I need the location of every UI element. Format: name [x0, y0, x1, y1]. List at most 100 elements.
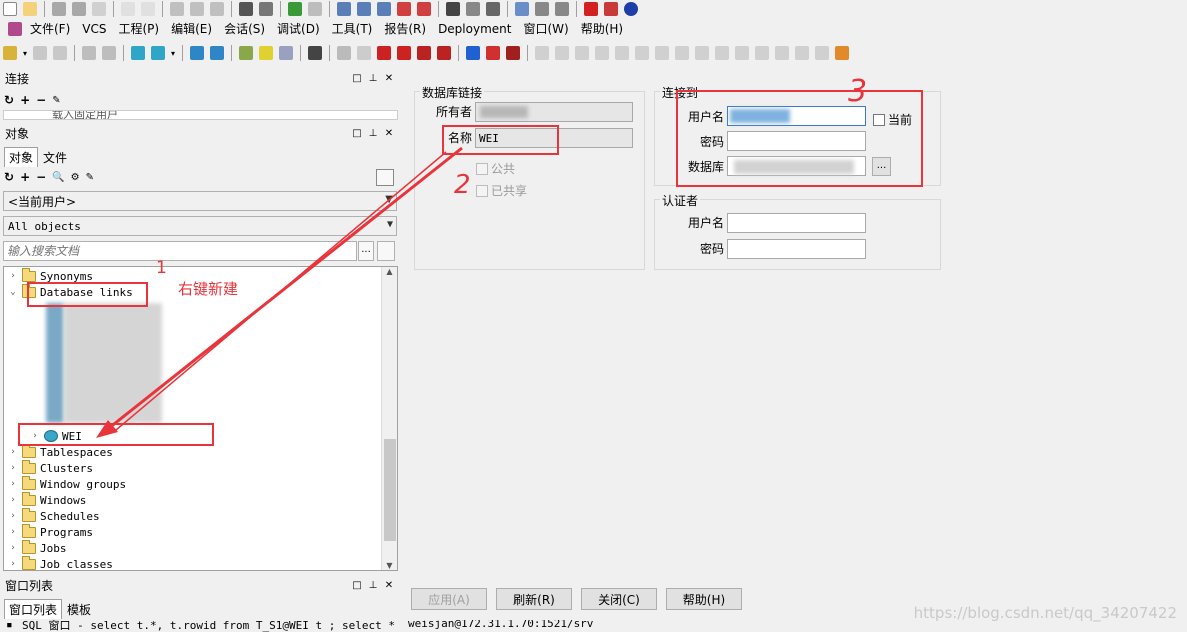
step12-icon[interactable]	[752, 44, 772, 62]
pdf-icon[interactable]	[601, 0, 621, 18]
pin-panel-icon[interactable]: ⊥	[368, 128, 378, 139]
step8-icon[interactable]	[672, 44, 692, 62]
tree-item-programs[interactable]: › Programs	[8, 523, 93, 540]
arrow-right-red-icon[interactable]	[483, 44, 503, 62]
red-cube-2-icon[interactable]	[394, 44, 414, 62]
tab-window-list[interactable]: 窗口列表	[4, 599, 63, 619]
edit-icon[interactable]: ✎	[86, 172, 94, 183]
copy-icon[interactable]	[187, 0, 207, 18]
grid-icon[interactable]	[532, 0, 552, 18]
tree-item-clusters[interactable]: › Clusters	[8, 459, 93, 476]
auth-password-field[interactable]	[727, 239, 866, 259]
refresh-icon[interactable]: ↻	[4, 93, 14, 107]
outdent-icon[interactable]	[354, 0, 374, 18]
owner-field[interactable]	[475, 102, 633, 122]
step2-icon[interactable]	[552, 44, 572, 62]
filter-icon[interactable]: ⚙	[71, 172, 80, 183]
pin-panel-icon[interactable]: ⊥	[368, 73, 378, 84]
redo-icon[interactable]	[138, 0, 158, 18]
red-cube-3-icon[interactable]	[414, 44, 434, 62]
uppercase-icon[interactable]	[374, 0, 394, 18]
collapse-icon[interactable]: ⌄	[8, 287, 18, 297]
menu-project[interactable]: 工程(P)	[113, 20, 166, 38]
report-icon[interactable]	[483, 0, 503, 18]
refresh-icon[interactable]: ↻	[4, 170, 14, 184]
step10-icon[interactable]	[712, 44, 732, 62]
search-input[interactable]	[3, 241, 357, 261]
menu-vcs[interactable]: VCS	[76, 20, 112, 38]
dropdown-icon[interactable]: ▾	[20, 44, 30, 62]
close-panel-icon[interactable]: ✕	[384, 73, 394, 84]
auth-username-field[interactable]	[727, 213, 866, 233]
step9-icon[interactable]	[692, 44, 712, 62]
tree-item-jobs[interactable]: › Jobs	[8, 539, 67, 556]
refresh-button[interactable]: 刷新(R)	[496, 588, 572, 610]
compile-icon[interactable]	[463, 0, 483, 18]
user-combo[interactable]: <当前用户> ▼	[3, 191, 397, 211]
uncomment-icon[interactable]	[414, 0, 434, 18]
step13-icon[interactable]	[772, 44, 792, 62]
pin-panel-icon[interactable]: ⊥	[368, 580, 378, 591]
tree-scrollbar[interactable]: ▲ ▼	[381, 267, 397, 570]
restore-icon[interactable]: □	[352, 128, 362, 139]
red-cube-4-icon[interactable]	[434, 44, 454, 62]
public-checkbox[interactable]: 公共	[476, 160, 515, 177]
dropdown2-icon[interactable]: ▾	[168, 44, 178, 62]
close-panel-icon[interactable]: ✕	[384, 128, 394, 139]
print-icon[interactable]	[89, 0, 109, 18]
shared-checkbox[interactable]: 已共享	[476, 182, 527, 199]
close-button[interactable]: 关闭(C)	[581, 588, 657, 610]
eraser-icon[interactable]	[354, 44, 374, 62]
find-icon[interactable]: 🔍	[52, 172, 64, 183]
commit-icon[interactable]	[79, 44, 99, 62]
menu-debug[interactable]: 调试(D)	[271, 20, 326, 38]
notes-icon[interactable]	[256, 44, 276, 62]
psql-icon[interactable]	[148, 44, 168, 62]
tab-files[interactable]: 文件	[38, 147, 73, 167]
filter-combo[interactable]: All objects ▼	[3, 216, 397, 236]
apply-button[interactable]: 应用(A)	[411, 588, 487, 610]
replace-icon[interactable]	[256, 0, 276, 18]
scroll-down-icon[interactable]: ▼	[382, 561, 397, 570]
expand-icon[interactable]: ›	[8, 271, 18, 281]
forward-icon[interactable]	[305, 0, 325, 18]
open-icon[interactable]	[20, 0, 40, 18]
step14-icon[interactable]	[792, 44, 812, 62]
tree-item-job-classes[interactable]: › Job classes	[8, 555, 113, 570]
scroll-thumb[interactable]	[384, 439, 396, 541]
db-import-icon[interactable]	[187, 44, 207, 62]
menu-edit[interactable]: 编辑(E)	[165, 20, 218, 38]
step7-icon[interactable]	[652, 44, 672, 62]
save-icon[interactable]	[49, 0, 69, 18]
remove-icon[interactable]: −	[36, 170, 46, 184]
find-icon[interactable]	[236, 0, 256, 18]
brush-icon[interactable]	[334, 44, 354, 62]
step5-icon[interactable]	[612, 44, 632, 62]
new-icon[interactable]	[0, 0, 20, 18]
pin-icon[interactable]	[50, 44, 70, 62]
comment-icon[interactable]	[394, 0, 414, 18]
paste-icon[interactable]	[207, 0, 227, 18]
tab-templates[interactable]: 模板	[62, 599, 97, 619]
explain-icon[interactable]	[443, 0, 463, 18]
stop-icon[interactable]	[503, 44, 523, 62]
save-all-icon[interactable]	[69, 0, 89, 18]
tools-icon[interactable]	[236, 44, 256, 62]
menu-file[interactable]: 文件(F)	[24, 20, 76, 38]
undo-icon[interactable]	[118, 0, 138, 18]
tree-item-schedules[interactable]: › Schedules	[8, 507, 100, 524]
tree-item-window-groups[interactable]: › Window groups	[8, 475, 126, 492]
back-icon[interactable]	[285, 0, 305, 18]
search-options-button[interactable]: ...	[358, 241, 374, 261]
menu-session[interactable]: 会话(S)	[218, 20, 271, 38]
connection-tree-item[interactable]: 载入固定用户	[52, 111, 118, 119]
step3-icon[interactable]	[572, 44, 592, 62]
info-icon[interactable]	[621, 0, 641, 18]
step11-icon[interactable]	[732, 44, 752, 62]
db-icon[interactable]	[128, 44, 148, 62]
menu-tools[interactable]: 工具(T)	[326, 20, 379, 38]
search-doc-icon[interactable]	[377, 241, 395, 261]
add-icon[interactable]: +	[20, 170, 30, 184]
key-icon[interactable]	[0, 44, 20, 62]
wrench-icon[interactable]	[305, 44, 325, 62]
